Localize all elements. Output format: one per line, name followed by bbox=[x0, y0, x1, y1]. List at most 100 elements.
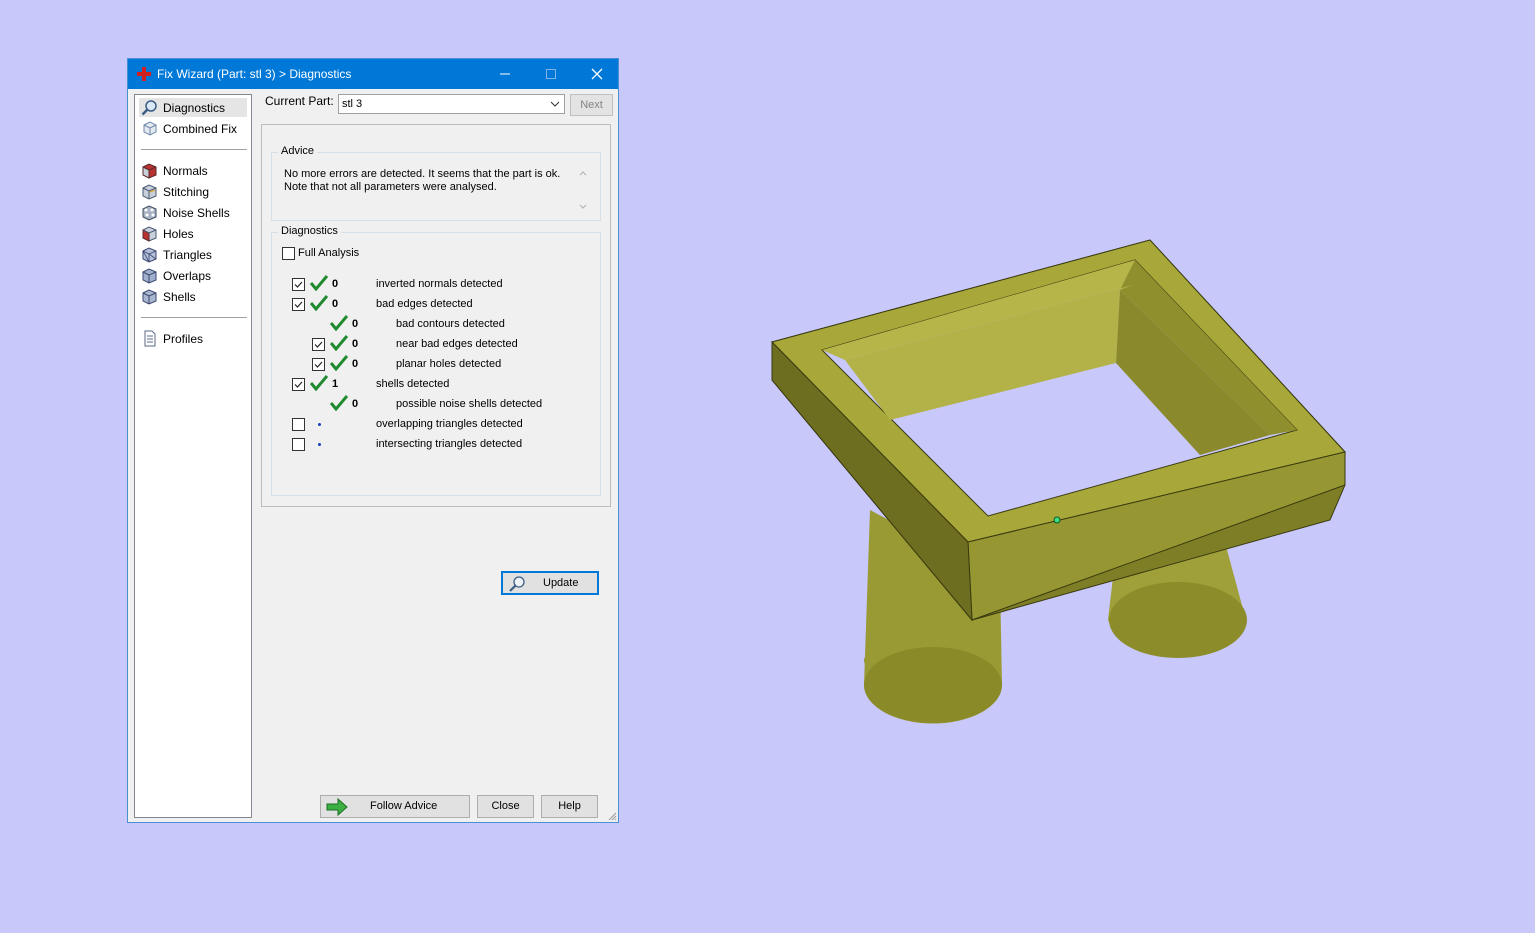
nav-divider bbox=[141, 317, 247, 319]
close-button[interactable]: Close bbox=[477, 795, 534, 818]
current-part-select[interactable]: stl 3 bbox=[338, 94, 565, 114]
nav-label: Triangles bbox=[163, 248, 212, 262]
diagnostic-checkbox[interactable] bbox=[292, 438, 305, 451]
current-part-value: stl 3 bbox=[342, 98, 363, 110]
diagnostic-count: 1 bbox=[332, 378, 339, 390]
nav-item-profiles[interactable]: Profiles bbox=[139, 329, 247, 348]
resize-grip-icon[interactable] bbox=[607, 811, 617, 821]
green-check-icon bbox=[310, 375, 328, 391]
follow-advice-button[interactable]: Follow Advice bbox=[320, 795, 470, 818]
nav-divider bbox=[141, 149, 247, 151]
diagnostics-panel: Advice No more errors are detected. It s… bbox=[261, 124, 611, 595]
diagnostic-checkbox[interactable] bbox=[292, 418, 305, 431]
green-check-icon bbox=[330, 355, 348, 371]
cube-fix-icon bbox=[143, 121, 157, 136]
nav-item-holes[interactable]: Holes bbox=[139, 224, 247, 243]
status-unknown-dot bbox=[318, 443, 321, 446]
diagnostic-count: 0 bbox=[352, 338, 359, 350]
nav-item-diagnostics[interactable]: Diagnostics bbox=[139, 98, 247, 117]
status-unknown-dot bbox=[318, 423, 321, 426]
advice-scrollbar[interactable] bbox=[576, 167, 590, 215]
diagnostic-checkbox[interactable] bbox=[292, 378, 305, 391]
diagnostic-label: intersecting triangles detected bbox=[376, 438, 523, 450]
nav-item-triangles[interactable]: Triangles bbox=[139, 245, 247, 264]
diagnostic-count: 0 bbox=[352, 398, 359, 410]
wizard-nav: Diagnostics Combined Fix Normals Stitchi… bbox=[134, 94, 252, 818]
nav-label: Diagnostics bbox=[163, 101, 226, 115]
advice-text: No more errors are detected. It seems th… bbox=[284, 168, 561, 193]
diagnostic-checkbox[interactable] bbox=[312, 358, 325, 371]
diagnostics-title: Diagnostics bbox=[278, 225, 341, 237]
nav-item-shells[interactable]: Shells bbox=[139, 287, 247, 306]
red-cross-icon bbox=[137, 67, 151, 81]
diagnostic-count: 0 bbox=[332, 278, 339, 290]
model-leg-right-bottom bbox=[1109, 582, 1247, 658]
green-check-icon bbox=[330, 335, 348, 351]
green-check-icon bbox=[310, 275, 328, 291]
document-icon bbox=[144, 330, 156, 347]
nav-label: Holes bbox=[163, 227, 194, 241]
diagnostic-label: bad contours detected bbox=[396, 318, 505, 330]
green-check-icon bbox=[330, 395, 348, 411]
model-leg-front-bottom bbox=[864, 647, 1002, 723]
magnifier-icon bbox=[141, 100, 157, 116]
checkmark-icon bbox=[314, 341, 323, 348]
window-title: Fix Wizard (Part: stl 3) > Diagnostics bbox=[157, 67, 352, 81]
diagnostic-checkbox[interactable] bbox=[312, 338, 325, 351]
next-button[interactable]: Next bbox=[570, 94, 613, 116]
diagnostic-count: 0 bbox=[352, 318, 359, 330]
checkmark-icon bbox=[294, 301, 303, 308]
title-bar[interactable]: Fix Wizard (Part: stl 3) > Diagnostics bbox=[128, 59, 618, 89]
checkmark-icon bbox=[314, 361, 323, 368]
maximize-button[interactable] bbox=[528, 59, 574, 89]
model-marker-point bbox=[1053, 516, 1061, 524]
diagnostic-label: overlapping triangles detected bbox=[376, 418, 523, 430]
close-window-button[interactable] bbox=[574, 59, 620, 89]
help-button[interactable]: Help bbox=[541, 795, 598, 818]
maximize-icon bbox=[546, 69, 556, 79]
nav-label: Stitching bbox=[163, 185, 210, 199]
diagnostic-count: 0 bbox=[352, 358, 359, 370]
nav-item-noise-shells[interactable]: Noise Shells bbox=[139, 203, 247, 222]
part-3d-model[interactable] bbox=[760, 230, 1360, 730]
diagnostics-group: Diagnostics Full Analysis 0 inverted norm… bbox=[271, 225, 601, 595]
noise-shells-icon bbox=[142, 205, 157, 221]
diagnostic-label: possible noise shells detected bbox=[396, 398, 543, 410]
nav-label: Combined Fix bbox=[163, 122, 238, 136]
diagnostic-count: 0 bbox=[332, 298, 339, 310]
green-check-icon bbox=[310, 295, 328, 311]
nav-label: Shells bbox=[163, 290, 196, 304]
diagnostic-checkbox[interactable] bbox=[292, 278, 305, 291]
diagnostic-label: inverted normals detected bbox=[376, 278, 503, 290]
diagnostic-checkbox[interactable] bbox=[292, 298, 305, 311]
nav-item-stitching[interactable]: Stitching bbox=[139, 182, 247, 201]
nav-item-combined-fix[interactable]: Combined Fix bbox=[139, 119, 247, 138]
minimize-icon bbox=[500, 73, 510, 75]
checkmark-icon bbox=[294, 281, 303, 288]
diagnostic-label: planar holes detected bbox=[396, 358, 502, 370]
green-check-icon bbox=[330, 315, 348, 331]
magnifier-icon bbox=[509, 576, 525, 592]
checkmark-icon bbox=[294, 381, 303, 388]
diagnostic-label: shells detected bbox=[376, 378, 450, 390]
nav-label: Normals bbox=[163, 164, 208, 178]
fix-wizard-window: Fix Wizard (Part: stl 3) > Diagnostics D… bbox=[127, 58, 619, 823]
holes-cube-icon bbox=[142, 226, 157, 242]
nav-label: Noise Shells bbox=[163, 206, 230, 220]
shells-cube-icon bbox=[142, 289, 157, 305]
normals-cube-icon bbox=[142, 163, 157, 179]
chevron-down-icon bbox=[550, 101, 560, 107]
update-label: Update bbox=[543, 577, 579, 589]
full-analysis-checkbox[interactable] bbox=[282, 247, 295, 260]
follow-advice-label: Follow Advice bbox=[370, 800, 438, 812]
full-analysis-label: Full Analysis bbox=[298, 247, 360, 259]
diagnostic-label: bad edges detected bbox=[376, 298, 473, 310]
nav-item-overlaps[interactable]: Overlaps bbox=[139, 266, 247, 285]
nav-item-normals[interactable]: Normals bbox=[139, 161, 247, 180]
green-arrow-icon bbox=[326, 798, 348, 816]
minimize-button[interactable] bbox=[482, 59, 528, 89]
update-button[interactable]: Update bbox=[501, 571, 599, 595]
advice-group: Advice No more errors are detected. It s… bbox=[271, 145, 601, 221]
scroll-arrows-icon bbox=[579, 171, 587, 209]
diagnostic-label: near bad edges detected bbox=[396, 338, 518, 350]
